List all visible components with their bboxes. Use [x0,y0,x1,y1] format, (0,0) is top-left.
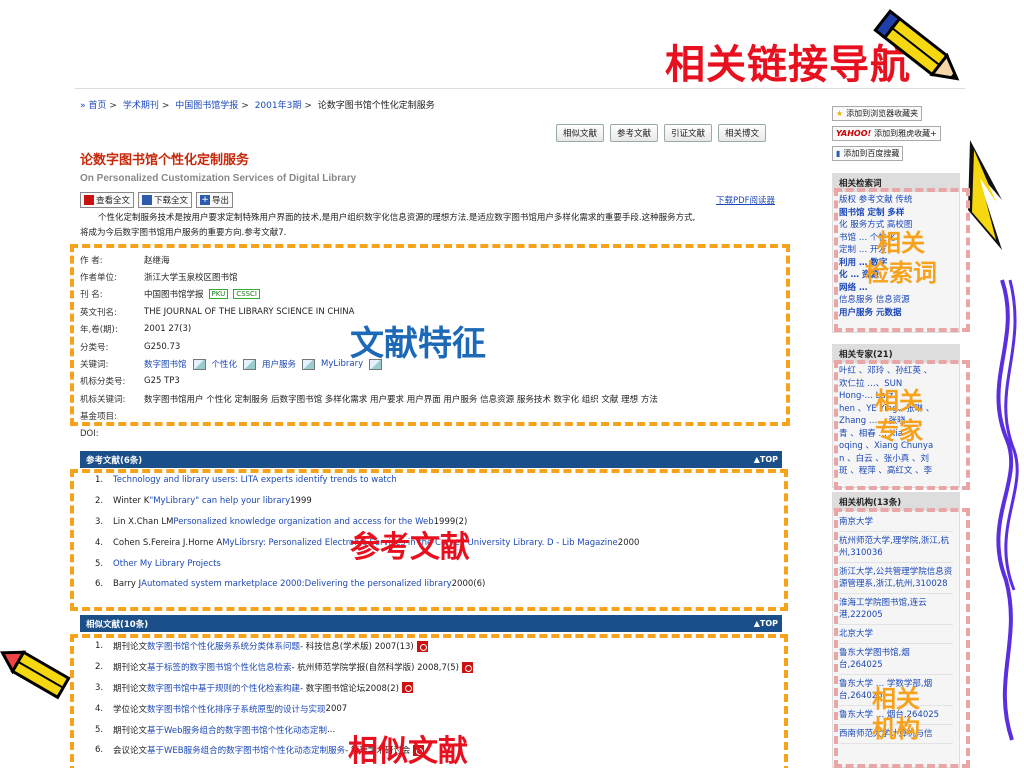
article-title-en: On Personalized Customization Services o… [80,173,357,184]
citing-docs-button[interactable]: 引证文献 [664,124,713,142]
similar-docs-button[interactable]: 相似文献 [556,124,605,142]
similar-header: 相似文献(10条) ▲TOP [80,615,782,632]
overlay-features: 文献特征 [350,324,486,364]
article-title: 论数字图书馆个性化定制服务 [80,153,250,168]
overlay-related-orgs: 相关 机构 [872,685,920,743]
breadcrumb-journals[interactable]: 学术期刊 [123,101,159,111]
overlay-references: 参考文献 [350,530,470,565]
add-browser-favorite-button[interactable]: ★ 添加到浏览器收藏夹 [832,106,923,121]
article-tools: 查看全文 下载全文 + 导出 [80,192,234,208]
back-to-top-link[interactable]: ▲TOP [754,619,782,628]
decorative-scribble [968,140,1019,741]
add-baidu-favorite-button[interactable]: ▮ 添加到百度搜藏 [832,146,904,161]
pdf-reader-link[interactable]: 下载PDF阅读器 [716,194,775,206]
action-buttons: 相似文献 参考文献 引证文献 相关博文 [556,124,767,142]
overlay-similar: 相似文献 [348,734,468,768]
bookmark-icon: ▮ [836,149,841,158]
abstract-line: 将成为今后数字图书馆用户服务的重要方向.参考文献7. [80,228,287,238]
references-button[interactable]: 参考文献 [610,124,659,142]
abstract: 个性化定制服务技术是按用户要求定制特殊用户界面的技术,是用户组织数字化信息资源的… [80,211,780,241]
header-divider [75,88,965,89]
breadcrumb: » 首页 > 学术期刊 > 中国图书馆学报 > 2001年3期 > 论数字图书馆个性化定… [80,101,435,111]
add-yahoo-favorite-button[interactable]: YAHOO! 添加到雅虎收藏+ [832,126,941,141]
yahoo-logo: YAHOO! [836,129,872,138]
star-icon: ★ [836,109,844,118]
breadcrumb-home[interactable]: 首页 [88,101,106,111]
export-button[interactable]: + 导出 [196,192,234,208]
pencil-icon [873,9,960,81]
breadcrumb-arrow-icon: » [80,101,86,111]
related-blogs-button[interactable]: 相关博文 [718,124,767,142]
breadcrumb-current: 论数字图书馆个性化定制服务 [317,101,435,111]
references-header: 参考文献(6条) ▲TOP [80,451,782,468]
download-fulltext-button[interactable]: 下载全文 [138,192,193,208]
bookmark-buttons: ★ 添加到浏览器收藏夹 YAHOO! 添加到雅虎收藏+ ▮ 添加到百度搜藏 [832,106,962,166]
breadcrumb-issue[interactable]: 2001年3期 [255,101,302,111]
pdf-icon [84,195,94,205]
save-icon [142,195,153,205]
abstract-line: 个性化定制服务技术是按用户要求定制特殊用户界面的技术,是用户组织数字化信息资源的… [98,213,696,223]
pencil-icon [0,650,71,700]
back-to-top-link[interactable]: ▲TOP [754,455,782,464]
breadcrumb-journal[interactable]: 中国图书馆学报 [175,101,238,111]
overlay-related-terms: 相关 检索词 [865,229,937,287]
plus-icon: + [200,195,211,205]
meta-label: DOI: [80,428,99,439]
overlay-related-experts: 相关 专家 [875,387,923,445]
view-fulltext-button[interactable]: 查看全文 [80,192,135,208]
